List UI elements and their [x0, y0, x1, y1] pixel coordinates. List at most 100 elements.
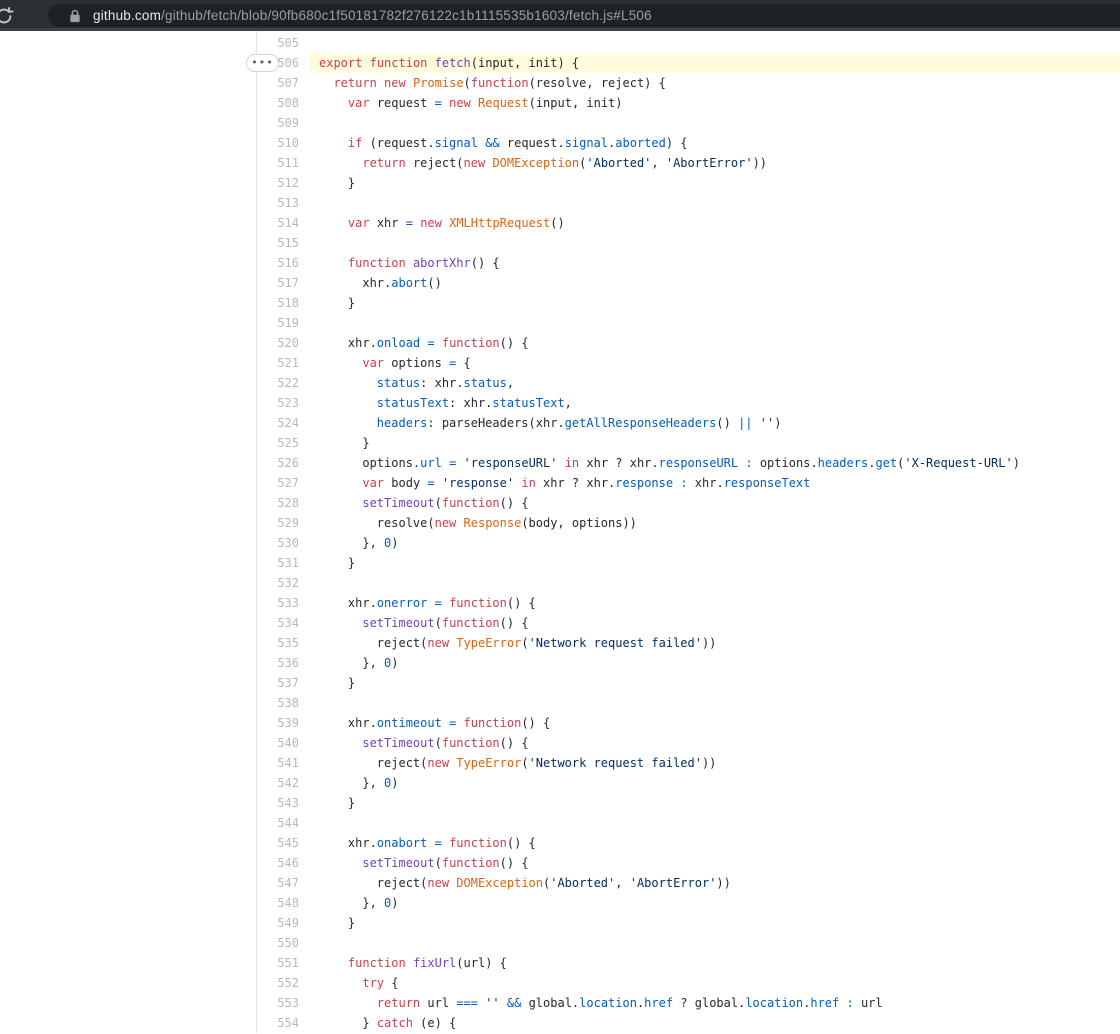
- line-number[interactable]: 537: [257, 673, 309, 693]
- code-text: setTimeout(function() {: [309, 493, 1120, 513]
- code-text: [309, 813, 1120, 833]
- line-number[interactable]: 516: [257, 253, 309, 273]
- code-text: if (request.signal && request.signal.abo…: [309, 133, 1120, 153]
- code-text: [309, 33, 1120, 53]
- code-text: xhr.ontimeout = function() {: [309, 713, 1120, 733]
- code-line: 519: [257, 313, 1120, 333]
- line-number[interactable]: 511: [257, 153, 309, 173]
- code-text: try {: [309, 973, 1120, 993]
- line-number[interactable]: 546: [257, 853, 309, 873]
- line-number[interactable]: 525: [257, 433, 309, 453]
- reload-icon[interactable]: [0, 5, 15, 27]
- line-number[interactable]: 543: [257, 793, 309, 813]
- code-line: 526 options.url = 'responseURL' in xhr ?…: [257, 453, 1120, 473]
- line-number[interactable]: 515: [257, 233, 309, 253]
- code-text: reject(new DOMException('Aborted', 'Abor…: [309, 873, 1120, 893]
- code-text: return new Promise(function(resolve, rej…: [309, 73, 1120, 93]
- code-line: 525 }: [257, 433, 1120, 453]
- line-number[interactable]: 535: [257, 633, 309, 653]
- code-rows: 505506export function fetch(input, init)…: [257, 33, 1120, 1033]
- line-number[interactable]: 539: [257, 713, 309, 733]
- lock-icon[interactable]: [69, 9, 81, 23]
- line-number[interactable]: 509: [257, 113, 309, 133]
- code-line: 530 }, 0): [257, 533, 1120, 553]
- line-number[interactable]: 548: [257, 893, 309, 913]
- code-text: return reject(new DOMException('Aborted'…: [309, 153, 1120, 173]
- line-number[interactable]: 550: [257, 933, 309, 953]
- code-line: 540 setTimeout(function() {: [257, 733, 1120, 753]
- code-line: 520 xhr.onload = function() {: [257, 333, 1120, 353]
- line-number[interactable]: 507: [257, 73, 309, 93]
- line-number[interactable]: 522: [257, 373, 309, 393]
- code-text: statusText: xhr.statusText,: [309, 393, 1120, 413]
- code-line: 532: [257, 573, 1120, 593]
- line-number[interactable]: 534: [257, 613, 309, 633]
- line-number[interactable]: 519: [257, 313, 309, 333]
- line-number[interactable]: 532: [257, 573, 309, 593]
- line-menu-button[interactable]: •••: [246, 54, 279, 72]
- code-text: var request = new Request(input, init): [309, 93, 1120, 113]
- line-number[interactable]: 518: [257, 293, 309, 313]
- line-number[interactable]: 547: [257, 873, 309, 893]
- code-line: 507 return new Promise(function(resolve,…: [257, 73, 1120, 93]
- line-number[interactable]: 536: [257, 653, 309, 673]
- line-number[interactable]: 541: [257, 753, 309, 773]
- line-number[interactable]: 554: [257, 1013, 309, 1033]
- line-number[interactable]: 528: [257, 493, 309, 513]
- url-domain: github.com: [93, 8, 161, 23]
- code-line: 554 } catch (e) {: [257, 1013, 1120, 1033]
- address-bar[interactable]: github.com/github/fetch/blob/90fb680c1f5…: [48, 4, 1120, 27]
- line-number[interactable]: 517: [257, 273, 309, 293]
- line-number[interactable]: 538: [257, 693, 309, 713]
- line-number[interactable]: 540: [257, 733, 309, 753]
- line-number[interactable]: 542: [257, 773, 309, 793]
- code-text: [309, 933, 1120, 953]
- code-text: status: xhr.status,: [309, 373, 1120, 393]
- code-text: reject(new TypeError('Network request fa…: [309, 753, 1120, 773]
- line-number[interactable]: 552: [257, 973, 309, 993]
- browser-toolbar: github.com/github/fetch/blob/90fb680c1f5…: [0, 0, 1120, 31]
- line-number[interactable]: 531: [257, 553, 309, 573]
- line-number[interactable]: 513: [257, 193, 309, 213]
- line-number[interactable]: 527: [257, 473, 309, 493]
- code-text: function fixUrl(url) {: [309, 953, 1120, 973]
- code-line: 522 status: xhr.status,: [257, 373, 1120, 393]
- line-number[interactable]: 514: [257, 213, 309, 233]
- code-text: [309, 193, 1120, 213]
- code-line: 543 }: [257, 793, 1120, 813]
- line-number[interactable]: 553: [257, 993, 309, 1013]
- line-number[interactable]: 508: [257, 93, 309, 113]
- line-number[interactable]: 544: [257, 813, 309, 833]
- line-number[interactable]: 530: [257, 533, 309, 553]
- line-number[interactable]: 524: [257, 413, 309, 433]
- code-line: 531 }: [257, 553, 1120, 573]
- code-line: 546 setTimeout(function() {: [257, 853, 1120, 873]
- code-line: 521 var options = {: [257, 353, 1120, 373]
- code-text: xhr.onerror = function() {: [309, 593, 1120, 613]
- code-line: 510 if (request.signal && request.signal…: [257, 133, 1120, 153]
- line-number[interactable]: 520: [257, 333, 309, 353]
- line-number[interactable]: 551: [257, 953, 309, 973]
- code-line: 515: [257, 233, 1120, 253]
- line-number[interactable]: 529: [257, 513, 309, 533]
- code-text: [309, 693, 1120, 713]
- code-view: ••• 505506export function fetch(input, i…: [256, 31, 1120, 1033]
- code-line: 518 }: [257, 293, 1120, 313]
- code-line: 552 try {: [257, 973, 1120, 993]
- code-line: 537 }: [257, 673, 1120, 693]
- line-number[interactable]: 533: [257, 593, 309, 613]
- code-line: 509: [257, 113, 1120, 133]
- line-number[interactable]: 549: [257, 913, 309, 933]
- line-number[interactable]: 545: [257, 833, 309, 853]
- line-number[interactable]: 505: [257, 33, 309, 53]
- line-number[interactable]: 526: [257, 453, 309, 473]
- line-number[interactable]: 523: [257, 393, 309, 413]
- code-text: }, 0): [309, 533, 1120, 553]
- code-line: 511 return reject(new DOMException('Abor…: [257, 153, 1120, 173]
- code-line: 547 reject(new DOMException('Aborted', '…: [257, 873, 1120, 893]
- code-line: 550: [257, 933, 1120, 953]
- line-number[interactable]: 512: [257, 173, 309, 193]
- line-number[interactable]: 521: [257, 353, 309, 373]
- code-text: [309, 113, 1120, 133]
- line-number[interactable]: 510: [257, 133, 309, 153]
